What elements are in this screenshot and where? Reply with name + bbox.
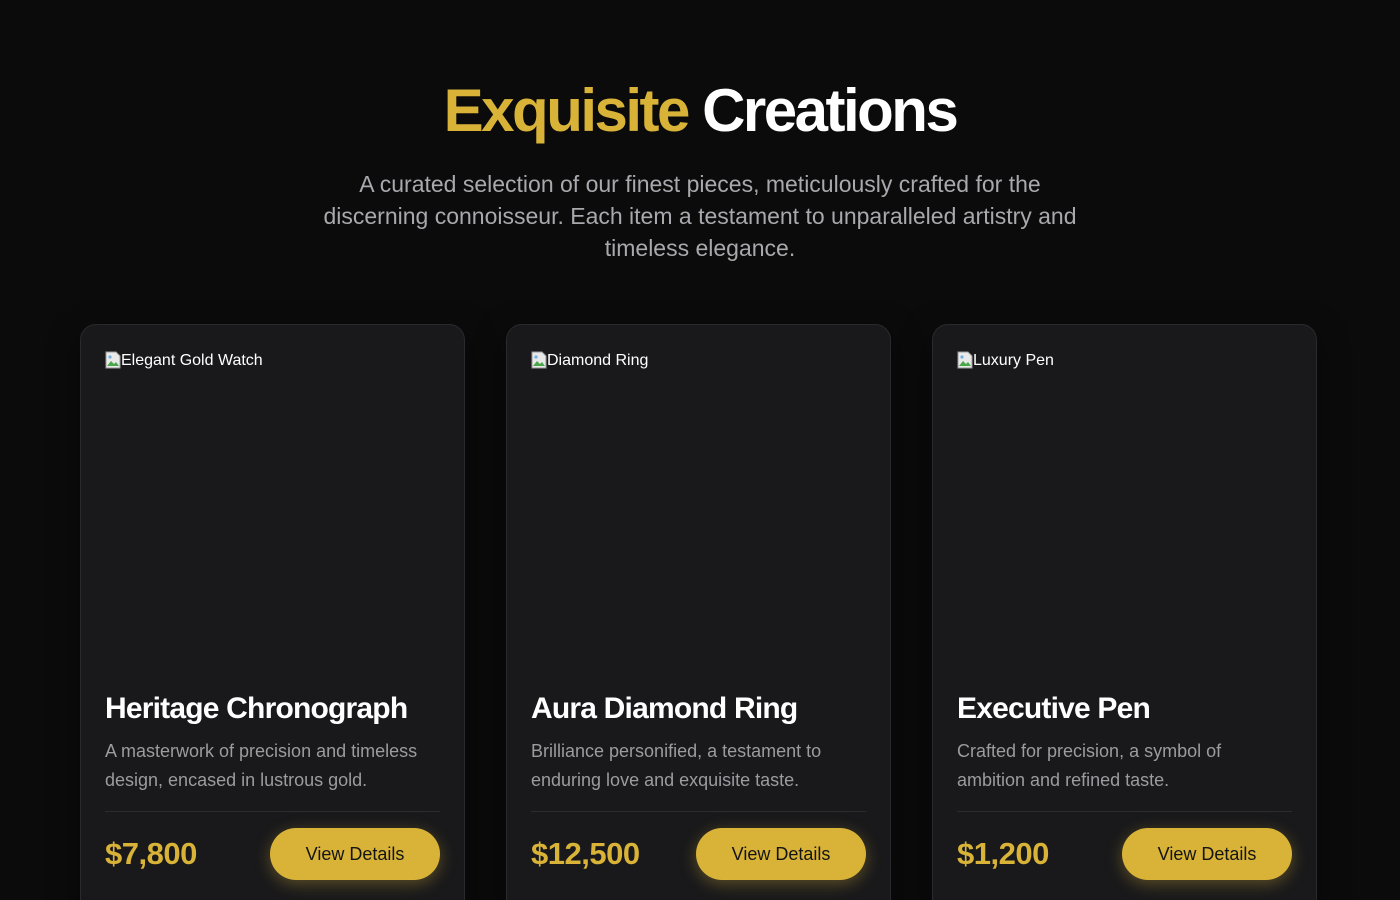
product-image: Luxury Pen [957, 349, 1292, 689]
product-image: Elegant Gold Watch [105, 349, 440, 689]
product-price: $12,500 [531, 836, 640, 871]
product-card: Diamond Ring Aura Diamond Ring Brillianc… [506, 324, 891, 900]
hero-section: Exquisite Creations A curated selection … [0, 0, 1400, 264]
product-name: Heritage Chronograph [105, 692, 408, 725]
divider [105, 811, 440, 812]
card-footer: $1,200 View Details [957, 828, 1292, 880]
view-details-button[interactable]: View Details [696, 828, 866, 880]
hero-subtitle: A curated selection of our finest pieces… [323, 171, 1077, 261]
product-description: Brilliance personified, a testament to e… [531, 741, 822, 790]
image-alt-text: Diamond Ring [547, 352, 649, 369]
product-price: $1,200 [957, 836, 1049, 871]
product-grid: Elegant Gold Watch Heritage Chronograph … [80, 324, 1320, 900]
product-description: A masterwork of precision and timeless d… [105, 741, 418, 790]
card-footer: $7,800 View Details [105, 828, 440, 880]
broken-image-icon [105, 351, 121, 369]
page-title: Exquisite Creations [0, 76, 1400, 146]
product-card: Elegant Gold Watch Heritage Chronograph … [80, 324, 465, 900]
title-accent: Exquisite [443, 77, 691, 144]
product-name: Executive Pen [957, 692, 1151, 725]
product-description: Crafted for precision, a symbol of ambit… [957, 741, 1222, 790]
broken-image-icon [531, 351, 547, 369]
product-card: Luxury Pen Executive Pen Crafted for pre… [932, 324, 1317, 900]
image-alt-text: Elegant Gold Watch [121, 352, 263, 369]
card-footer: $12,500 View Details [531, 828, 866, 880]
product-price: $7,800 [105, 836, 197, 871]
view-details-button[interactable]: View Details [270, 828, 440, 880]
product-image: Diamond Ring [531, 349, 866, 689]
divider [531, 811, 866, 812]
product-name: Aura Diamond Ring [531, 692, 798, 725]
broken-image-icon [957, 351, 973, 369]
image-alt-text: Luxury Pen [973, 352, 1054, 369]
view-details-button[interactable]: View Details [1122, 828, 1292, 880]
divider [957, 811, 1292, 812]
page: Exquisite Creations A curated selection … [0, 0, 1400, 900]
title-rest: Creations [702, 77, 959, 144]
